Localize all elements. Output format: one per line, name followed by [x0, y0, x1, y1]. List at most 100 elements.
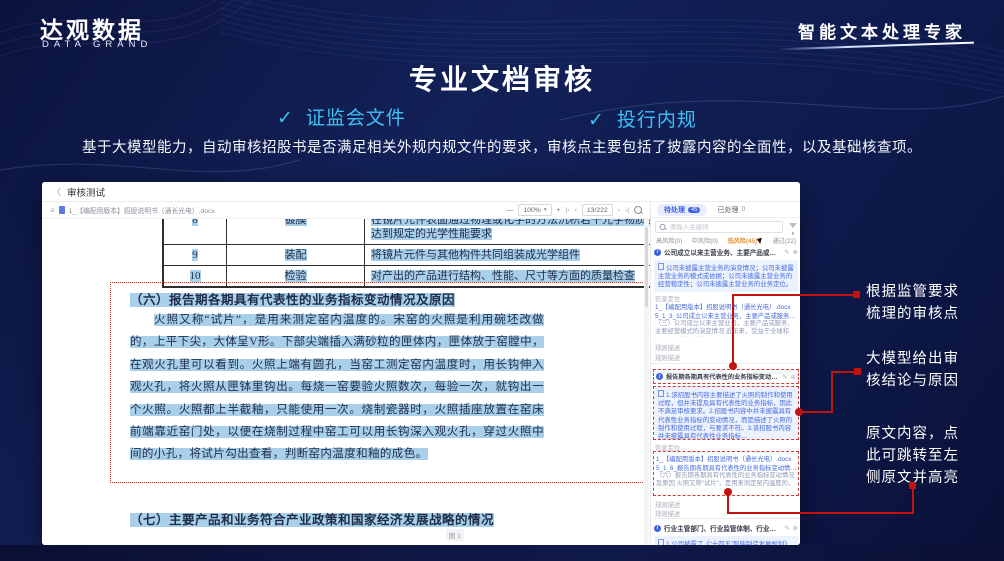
zoom-out-button[interactable]: — [507, 207, 514, 214]
connector-line [727, 512, 914, 514]
connector-line [831, 371, 833, 413]
info-icon: i [656, 373, 663, 380]
source-file-link[interactable]: 1_【编配用版本】招股说明书（通长光电）.docx [655, 302, 797, 311]
rule-desc-label[interactable]: 规则描述 [655, 343, 680, 352]
back-icon[interactable]: 〈 [52, 185, 61, 198]
source-preview[interactable]: （三）公司成立以来主营业务、主要产品或服务、主要经营模式的演变情况 近年来，受益… [655, 320, 795, 337]
edit-icon[interactable]: ✎ [784, 524, 789, 532]
audit-result[interactable]: 1.公司披露了《“十四五”智能制造发展规划》（国规… [654, 536, 798, 545]
section6-paragraph[interactable]: 火照又称“试片”，是用来测定窑内温度的。宋窑的火照是利用碗坯改做的，上平下尖，大… [130, 309, 544, 466]
zoom-in-button[interactable]: + [557, 207, 561, 214]
header-tagline: 智能文本处理专家 [798, 18, 966, 43]
tab-processed[interactable]: 已处理 0 [717, 205, 745, 215]
processed-count: 0 [741, 206, 745, 213]
audit-card-title[interactable]: i 公司成立以来主营业务、主要产品或服务、主要… ✎ ⊗ [654, 247, 798, 257]
rule-desc-label[interactable]: 规则描述 [655, 353, 680, 362]
cursor-pointer-icon [757, 236, 765, 244]
window-title: 审核测试 [67, 185, 105, 199]
filter-icon[interactable] [789, 223, 797, 228]
connector-dot [724, 488, 732, 496]
page-number-input[interactable]: 13/222 [582, 204, 613, 216]
document-icon [658, 390, 664, 397]
footer-band [0, 545, 1004, 561]
table-cell-name: 装配 [226, 245, 364, 265]
slide-description: 基于大模型能力，自动审核招股书是否满足相关外规内规文件的要求，审核点主要包括了披… [0, 136, 1004, 157]
connector-line [912, 488, 914, 514]
highlight-box-card-title: i 报告期各期具有代表性的业务指标变动情况及原因 ✎ ⊗ [653, 369, 799, 384]
highlight-box-result: 1.该招股书内容主要描述了火照的制作和使用过程，但并未提及具有代表性的业务指标，… [653, 386, 799, 440]
annotation-source-jump: 原文内容，点此可跳转至左侧原文并高亮 [866, 424, 966, 489]
divider [651, 518, 800, 519]
filter-passed[interactable]: 通过(22) [773, 236, 796, 245]
rule-desc-label[interactable]: 规则描述 [655, 509, 680, 518]
zoom-select[interactable]: 100%▾ [518, 204, 551, 216]
filter-low-risk[interactable]: 低风险(45) [727, 236, 763, 245]
table-cell-no: 8 [164, 219, 226, 244]
divider [651, 363, 800, 364]
open-file-name[interactable]: 1_【编配用版本】招股说明书（通长光电）.docx [69, 205, 215, 215]
document-canvas: 8 镀膜 在镜片元件表面通过物理或化学的方法沉积若干光学物质层，达到规定的光学性… [42, 219, 650, 545]
outline-icon[interactable]: ≡ [50, 206, 55, 215]
section7-heading: （七）主要产品和业务符合产业政策和国家经济发展战略的情况 [130, 509, 494, 528]
scrollbar-thumb[interactable] [645, 227, 648, 307]
dismiss-icon[interactable]: ⊗ [793, 248, 798, 256]
section6-heading: （六）报告期各期具有代表性的业务指标变动情况及原因 [130, 289, 455, 308]
toolbar-right: — 100%▾ + |‹ ‹ 13/222 › ›| [507, 204, 642, 216]
connector-dot [795, 408, 803, 416]
last-page-button[interactable]: ›| [625, 207, 629, 214]
table-cell-name: 镀膜 [226, 219, 364, 244]
filter-high-risk[interactable]: 高风险(0) [656, 236, 682, 245]
document-toolbar: ≡ 1_【编配用版本】招股说明书（通长光电）.docx — 100%▾ + |‹… [42, 202, 650, 219]
connector-line [732, 294, 858, 296]
tab-pending[interactable]: 待处理 45 [657, 204, 707, 216]
source-section-link[interactable]: 5_1_6_报告期各期具有代表性的业务指标变动情况及原因 [656, 463, 798, 472]
toolbar-left: ≡ 1_【编配用版本】招股说明书（通长光电）.docx [50, 205, 215, 215]
source-file-link[interactable]: 1_【编配用版本】招股说明书（通长光电）.docx [656, 454, 798, 463]
filter-mid-risk[interactable]: 中风险(0) [692, 236, 718, 245]
table-row: 8 镀膜 在镜片元件表面通过物理或化学的方法沉积若干光学物质层，达到规定的光学性… [164, 219, 650, 244]
check-item-csrc: ✓ 证监会文件 [277, 103, 406, 130]
audit-card-title[interactable]: i 报告期各期具有代表性的业务指标变动情况及原因 ✎ ⊗ [656, 372, 796, 381]
info-icon: i [654, 525, 661, 532]
edit-icon[interactable]: ✎ [782, 373, 787, 381]
table-row: 9 装配 将镜片元件与其他构件共同组装成光学组件 [164, 244, 650, 265]
panel-tabs: 待处理 45 已处理 0 [651, 202, 800, 218]
search-icon [660, 224, 666, 230]
table-cell-desc: 将镜片元件与其他构件共同组装成光学组件 [364, 245, 650, 265]
dismiss-icon[interactable]: ⊗ [791, 373, 796, 381]
document-scrollbar[interactable] [644, 219, 649, 545]
audit-result[interactable]: 公司未披露主营业务的演变情况；公司未披露主营业务的模式或依据；公司未披露主营业务… [654, 260, 798, 292]
app-titlebar: 〈 审核测试 [42, 182, 800, 202]
keyword-search-box[interactable] [655, 221, 783, 233]
process-table: 8 镀膜 在镜片元件表面通过物理或化学的方法沉积若干光学物质层，达到规定的光学性… [162, 219, 650, 288]
first-page-button[interactable]: |‹ [566, 207, 570, 214]
search-input[interactable] [669, 224, 779, 231]
page-marker: 图 1 [446, 529, 464, 541]
pending-count-badge: 45 [688, 207, 700, 213]
search-icon[interactable] [634, 206, 642, 214]
check-icon: ✓ [588, 110, 605, 131]
table-cell-no: 9 [164, 245, 226, 265]
next-page-button[interactable]: › [618, 207, 620, 214]
app-window: 〈 审核测试 ≡ 1_【编配用版本】招股说明书（通长光电）.docx — 100… [42, 182, 800, 545]
check-item-internal: ✓投行内规 [588, 105, 697, 132]
connector-endpoint [909, 482, 916, 489]
connector-endpoint [854, 368, 861, 375]
edit-icon[interactable]: ✎ [784, 248, 789, 256]
connector-dot [729, 362, 737, 370]
info-icon: i [654, 249, 661, 256]
dismiss-icon[interactable]: ⊗ [793, 524, 798, 532]
audit-result[interactable]: 1.该招股书内容主要描述了火照的制作和使用过程，但并未提及具有代表性的业务指标，… [654, 387, 798, 439]
connector-line [732, 294, 734, 364]
connector-line [727, 494, 729, 514]
check-icon: ✓ [277, 108, 294, 129]
rule-desc-label[interactable]: 规则描述 [655, 500, 680, 509]
audit-card-title[interactable]: i 行业主管部门、行业监管体制、行业主要法律法… ✎ ⊗ [654, 523, 798, 533]
source-preview[interactable]: （六）报告期各期具有代表性的业务指标变动情况及原因 火照又称“试片”，是用来测定… [656, 472, 796, 489]
page-title: 专业文档审核 [0, 58, 1004, 98]
document-icon [658, 263, 664, 270]
source-section-link[interactable]: 5_1_3_公司成立以来主营业务，主要产品或服务，主要经… [655, 311, 797, 320]
document-icon [59, 206, 65, 214]
check-label: 证监会文件 [306, 108, 406, 129]
prev-page-button[interactable]: ‹ [575, 207, 577, 214]
